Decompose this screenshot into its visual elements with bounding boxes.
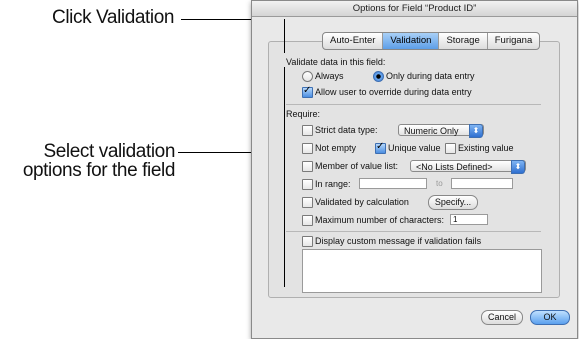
callout-line-vertical xyxy=(284,19,285,53)
range-to-field[interactable] xyxy=(451,178,513,189)
not-empty-checkbox[interactable] xyxy=(302,143,313,154)
dialog-title: Options for Field “Product ID” xyxy=(252,1,577,17)
unique-value-label: Unique value xyxy=(388,143,441,153)
max-chars-checkbox[interactable] xyxy=(302,215,313,226)
ok-button[interactable]: OK xyxy=(530,310,570,325)
allow-override-label: Allow user to override during data entry xyxy=(315,87,472,97)
strict-type-checkbox[interactable] xyxy=(302,125,313,136)
not-empty-label: Not empty xyxy=(315,143,357,153)
in-range-checkbox[interactable] xyxy=(302,179,313,190)
updown-arrows-icon: ⬍ xyxy=(511,160,525,174)
value-list-value: <No Lists Defined> xyxy=(416,162,493,172)
callout-line-2: options for the field xyxy=(22,160,176,181)
tab-bar: Auto-Enter Validation Storage Furigana xyxy=(322,32,541,50)
unique-value-checkbox[interactable] xyxy=(375,141,386,154)
tab-validation[interactable]: Validation xyxy=(383,33,440,49)
radio-only-during-entry-label: Only during data entry xyxy=(386,71,475,81)
max-chars-field[interactable]: 1 xyxy=(450,214,488,225)
strict-type-label: Strict data type: xyxy=(315,125,378,135)
strict-type-select[interactable]: Numeric Only ⬍ xyxy=(398,124,484,138)
field-options-dialog: Options for Field “Product ID” Auto-Ente… xyxy=(251,0,578,339)
strict-type-value: Numeric Only xyxy=(404,126,459,136)
radio-always-label: Always xyxy=(315,71,344,81)
range-from-field[interactable] xyxy=(359,178,427,189)
tab-auto-enter[interactable]: Auto-Enter xyxy=(323,33,384,49)
value-list-select[interactable]: <No Lists Defined> ⬍ xyxy=(410,160,526,174)
range-to-label: to xyxy=(436,179,443,188)
member-of-list-checkbox[interactable] xyxy=(302,161,313,172)
validate-heading: Validate data in this field: xyxy=(286,57,386,67)
member-of-list-label: Member of value list: xyxy=(315,161,399,171)
custom-message-textarea[interactable] xyxy=(302,249,542,293)
callout-click-validation: Click Validation xyxy=(52,7,175,28)
custom-message-checkbox[interactable] xyxy=(302,236,313,247)
validated-by-calc-checkbox[interactable] xyxy=(302,197,313,208)
updown-arrows-icon: ⬍ xyxy=(469,124,483,138)
validated-by-calc-label: Validated by calculation xyxy=(315,197,409,207)
bracket-line xyxy=(284,67,285,287)
cancel-button[interactable]: Cancel xyxy=(481,310,523,325)
separator xyxy=(286,104,541,105)
radio-only-during-entry[interactable] xyxy=(373,71,384,82)
specify-button[interactable]: Specify... xyxy=(428,195,478,210)
max-chars-label: Maximum number of characters: xyxy=(315,215,445,225)
tab-furigana[interactable]: Furigana xyxy=(488,33,539,49)
existing-value-checkbox[interactable] xyxy=(445,143,456,154)
separator xyxy=(286,231,541,232)
callout-select-options: Select validation options for the field xyxy=(2,141,176,181)
existing-value-label: Existing value xyxy=(458,143,514,153)
require-heading: Require: xyxy=(286,109,321,119)
callout-line-1: Select validation xyxy=(43,141,175,162)
radio-always[interactable] xyxy=(302,71,313,82)
custom-message-label: Display custom message if validation fai… xyxy=(315,236,482,246)
allow-override-checkbox[interactable] xyxy=(302,85,313,98)
in-range-label: In range: xyxy=(315,179,351,189)
tab-storage[interactable]: Storage xyxy=(439,33,488,49)
